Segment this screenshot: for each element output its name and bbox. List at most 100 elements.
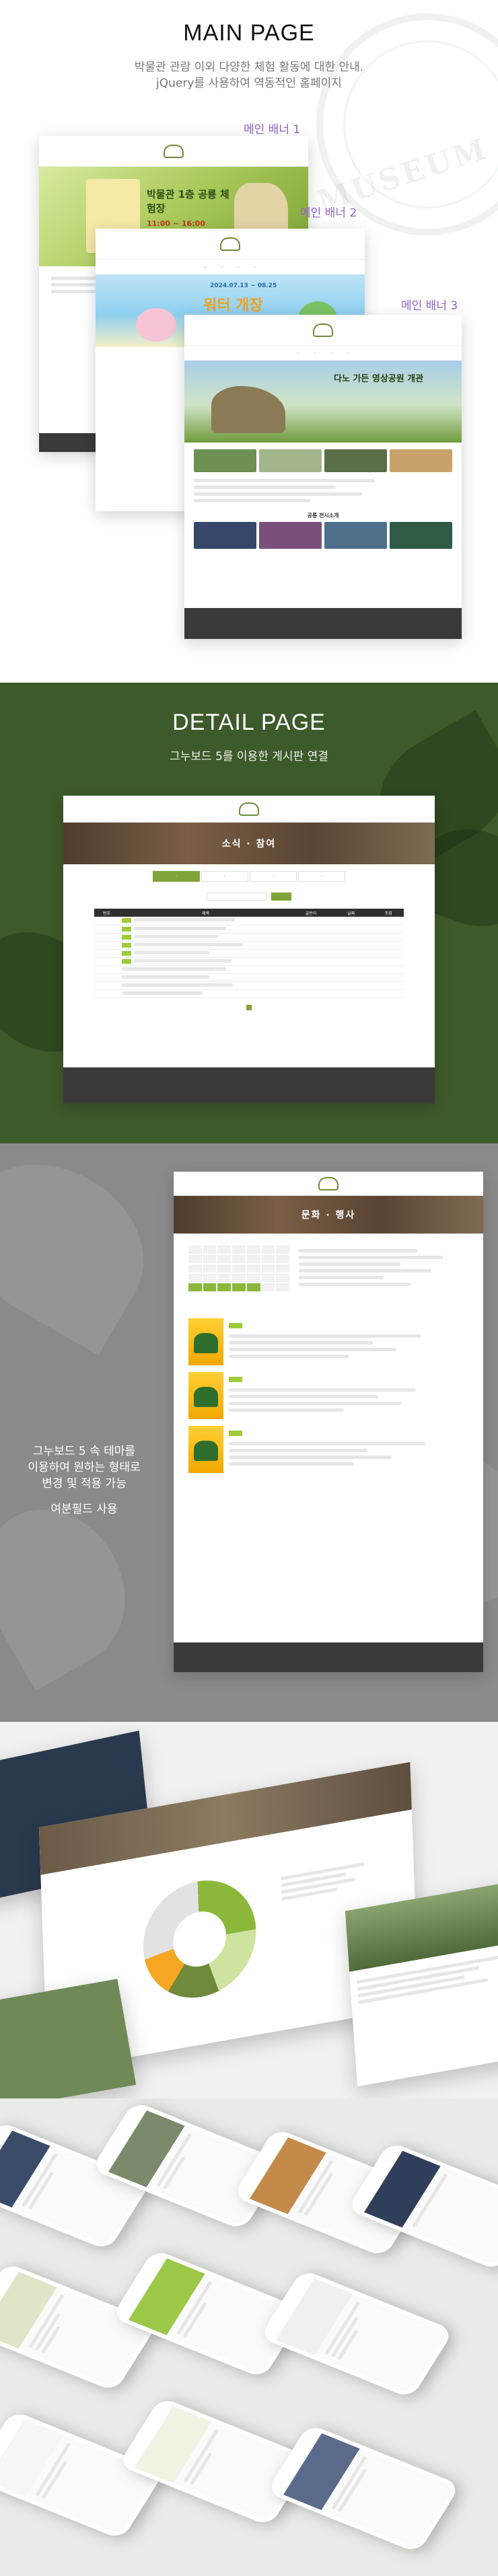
calendar-day[interactable]: [261, 1283, 275, 1291]
tab[interactable]: ·: [201, 871, 248, 882]
table-row[interactable]: [94, 949, 404, 958]
nav-item[interactable]: ·: [221, 264, 223, 270]
tilted-screen-article: [345, 1881, 498, 2087]
nav-item[interactable]: ·: [297, 350, 299, 356]
site-nav: · · · ·: [96, 260, 365, 274]
calendar-day-event[interactable]: [246, 1283, 260, 1291]
calendar-day[interactable]: [276, 1264, 289, 1273]
calendar-day-event[interactable]: [217, 1283, 232, 1291]
calendar-day[interactable]: [246, 1255, 260, 1263]
calendar-day[interactable]: [232, 1274, 246, 1282]
calendar-day[interactable]: [217, 1274, 232, 1282]
exhibit-thumb[interactable]: [324, 522, 387, 549]
thumbnail[interactable]: [324, 449, 387, 472]
calendar-day[interactable]: [188, 1246, 202, 1254]
hero-strip: 소식 · 참여: [63, 823, 435, 864]
title-text: DETAIL PAGE: [168, 710, 330, 736]
exhibit-row: [194, 522, 452, 549]
event-poster: [188, 1426, 223, 1473]
table-row[interactable]: [94, 981, 404, 990]
calendar-day-event[interactable]: [232, 1283, 246, 1291]
museum-logo-icon: [239, 802, 259, 816]
calendar-day[interactable]: [232, 1264, 246, 1273]
tilted-screen-photo: [0, 1979, 137, 2098]
tab[interactable]: ·: [153, 871, 200, 882]
column-header: 날짜: [329, 909, 373, 917]
table-row[interactable]: [94, 989, 404, 998]
search-button[interactable]: [271, 893, 291, 901]
thumbnail[interactable]: [194, 449, 256, 472]
calendar-day[interactable]: [261, 1274, 275, 1282]
subtitle-line-2: jQuery를 사용하여 역동적인 홈페이지: [156, 77, 342, 90]
table-row[interactable]: [94, 917, 404, 925]
thumbnail[interactable]: [390, 449, 452, 472]
calendar-day[interactable]: [188, 1255, 202, 1263]
calendar-day[interactable]: [217, 1255, 232, 1263]
column-header: 제목: [118, 909, 293, 917]
caption-line: 여분필드 사용: [50, 1503, 118, 1516]
thumbnail[interactable]: [259, 449, 322, 472]
calendar-day[interactable]: [261, 1255, 275, 1263]
thumbnail-row: [194, 449, 452, 472]
event-item[interactable]: [188, 1372, 468, 1419]
table-row[interactable]: [94, 925, 404, 934]
table-row[interactable]: [94, 973, 404, 982]
banner-2-date: 2024.07.13 ~ 08.25: [210, 282, 277, 289]
calendar-day[interactable]: [232, 1246, 246, 1254]
calendar-day[interactable]: [217, 1246, 232, 1254]
column-header: 번호: [94, 909, 119, 917]
table-row[interactable]: [94, 941, 404, 950]
calendar-day[interactable]: [276, 1283, 289, 1291]
nav-item[interactable]: ·: [238, 264, 240, 270]
nav-item[interactable]: ·: [330, 350, 332, 356]
float-toy-icon: [136, 308, 176, 342]
title-text: MAIN PAGE: [179, 20, 320, 46]
calendar-day[interactable]: [276, 1255, 289, 1263]
nav-item[interactable]: ·: [347, 350, 349, 356]
museum-logo-icon: [313, 323, 333, 337]
calendar-day[interactable]: [276, 1246, 289, 1254]
exhibit-thumb[interactable]: [259, 522, 322, 549]
tab[interactable]: ·: [298, 871, 345, 882]
calendar-day[interactable]: [203, 1246, 217, 1254]
nav-item[interactable]: ·: [205, 264, 207, 270]
notice-badge: [121, 926, 131, 932]
calendar-day[interactable]: [246, 1264, 260, 1273]
calendar-day[interactable]: [203, 1264, 217, 1273]
mobile-mockups-section: [0, 2098, 498, 2576]
calendar-day[interactable]: [188, 1264, 202, 1273]
calendar-day[interactable]: [217, 1264, 232, 1273]
phone-mockup: [118, 2396, 313, 2527]
event-badge: [229, 1322, 242, 1328]
exhibit-thumb[interactable]: [390, 522, 452, 549]
perspective-section: [0, 1722, 498, 2098]
calendar-section: 그누보드 5 속 테마를 이용하여 원하는 형태로 변경 및 적용 가능 여분필…: [0, 1143, 498, 1722]
site-header: [96, 229, 365, 260]
banner-label-2: 메인 배너 2: [300, 206, 357, 220]
calendar-day[interactable]: [276, 1274, 289, 1282]
calendar-day[interactable]: [261, 1264, 275, 1273]
calendar-day[interactable]: [203, 1255, 217, 1263]
pagination-page[interactable]: [246, 1004, 252, 1010]
calendar-day[interactable]: [246, 1246, 260, 1254]
table-row[interactable]: [94, 965, 404, 974]
column-header: 조회: [372, 909, 404, 917]
garden-banner: 다노 가든 영상공원 개관: [184, 361, 462, 443]
calendar-day[interactable]: [232, 1255, 246, 1263]
nav-item[interactable]: ·: [314, 350, 316, 356]
calendar-day[interactable]: [203, 1274, 217, 1282]
table-row[interactable]: [94, 957, 404, 966]
event-item[interactable]: [188, 1318, 468, 1365]
exhibit-thumb[interactable]: [194, 522, 256, 549]
calendar-day[interactable]: [188, 1274, 202, 1282]
table-row[interactable]: [94, 933, 404, 942]
nav-item[interactable]: ·: [254, 264, 256, 270]
site-header: [174, 1172, 483, 1196]
calendar-day-event[interactable]: [203, 1283, 217, 1291]
calendar-day-event[interactable]: [188, 1283, 202, 1291]
event-item[interactable]: [188, 1426, 468, 1473]
tab[interactable]: ·: [250, 871, 297, 882]
search-input[interactable]: [207, 893, 267, 901]
calendar-day[interactable]: [261, 1246, 275, 1254]
calendar-day[interactable]: [246, 1274, 260, 1282]
